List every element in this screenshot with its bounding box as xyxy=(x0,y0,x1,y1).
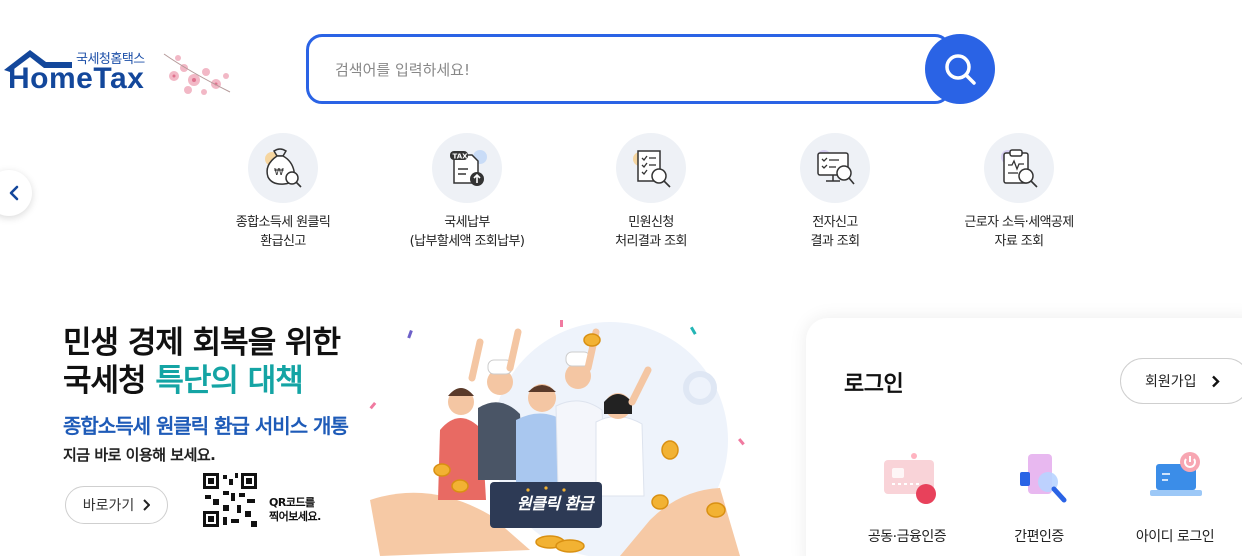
quick-menu-item-tax-payment[interactable]: TAX 국세납부 (납부할세액 조회납부) xyxy=(382,133,552,251)
login-option-label: 아이디 로그인 xyxy=(1135,529,1215,545)
carousel-prev-button[interactable] xyxy=(0,170,32,216)
banner-subtitle: 종합소득세 원클릭 환급 서비스 개통 xyxy=(63,414,349,438)
promo-banner: 민생 경제 회복을 위한 국세청 특단의 대책 종합소득세 원클릭 환급 서비스… xyxy=(0,300,790,556)
quick-menu-item-e-filing-result[interactable]: 전자신고 결과 조회 xyxy=(750,133,920,251)
quick-menu-label: 민원신청 처리결과 조회 xyxy=(615,215,687,249)
certificate-card-icon xyxy=(872,444,942,512)
refund-badge-text: 원클릭 환급 xyxy=(516,494,594,513)
banner-title-line1: 민생 경제 회복을 위한 xyxy=(63,325,341,361)
laptop-power-icon xyxy=(1140,444,1210,512)
qr-instruction: QR코드를 찍어보세요. xyxy=(269,496,321,523)
login-option-simple-auth[interactable]: 간편인증 xyxy=(984,444,1094,546)
svg-text:₩: ₩ xyxy=(274,167,284,178)
go-button-label: 바로가기 xyxy=(82,498,135,514)
phone-search-icon xyxy=(1004,444,1074,512)
quick-menu-label: 전자신고 결과 조회 xyxy=(810,215,861,249)
banner-title-prefix: 국세청 xyxy=(63,363,156,399)
document-search-icon xyxy=(616,133,686,203)
clipboard-search-icon xyxy=(984,133,1054,203)
search-icon xyxy=(945,54,976,85)
banner-title: 민생 경제 회복을 위한 국세청 특단의 대책 xyxy=(63,324,341,400)
search-bar xyxy=(306,34,996,104)
chevron-right-icon xyxy=(1211,375,1220,387)
quick-menu-label: 종합소득세 원클릭 환급신고 xyxy=(235,215,331,249)
banner-title-line2: 국세청 특단의 대책 xyxy=(63,362,340,400)
quick-menu-item-income-tax-refund[interactable]: ₩ 종합소득세 원클릭 환급신고 xyxy=(198,133,368,251)
hometax-logo[interactable]: 국세청홈택스 HomeTax xyxy=(0,40,240,102)
login-title: 로그인 xyxy=(844,372,904,397)
chevron-left-icon xyxy=(9,185,19,201)
quick-menu-item-civil-petition-result[interactable]: 민원신청 처리결과 조회 xyxy=(566,133,736,251)
money-bag-search-icon: ₩ xyxy=(248,133,318,203)
quick-menu-label: 국세납부 (납부할세액 조회납부) xyxy=(409,215,525,249)
search-input[interactable] xyxy=(335,57,895,83)
login-option-certificate[interactable]: 공동·금융인증 xyxy=(852,444,962,546)
banner-description: 지금 바로 이용해 보세요. xyxy=(63,446,216,464)
quick-menu-label: 근로자 소득·세액공제 자료 조회 xyxy=(964,215,1074,249)
signup-button[interactable]: 회원가입 xyxy=(1120,358,1242,404)
go-button[interactable]: 바로가기 xyxy=(65,486,168,524)
svg-text:TAX: TAX xyxy=(453,153,469,161)
tax-document-upload-icon: TAX xyxy=(432,133,502,203)
signup-label: 회원가입 xyxy=(1145,374,1197,390)
login-option-id-login[interactable]: 아이디 로그인 xyxy=(1120,444,1230,546)
cherry-blossom-decoration xyxy=(163,53,231,95)
search-button[interactable] xyxy=(925,34,995,104)
banner-title-accent: 특단의 대책 xyxy=(155,363,303,399)
login-option-label: 간편인증 xyxy=(1014,529,1064,545)
login-panel: 로그인 회원가입 공동·금융인증 간편인증 아이디 로그인 xyxy=(806,318,1242,556)
quick-menu-item-worker-deduction-data[interactable]: 근로자 소득·세액공제 자료 조회 xyxy=(934,133,1104,251)
logo-brand-text: HomeTax xyxy=(8,62,145,95)
qr-code-image xyxy=(201,471,259,529)
chevron-right-icon xyxy=(143,499,151,511)
refund-celebration-illustration xyxy=(369,320,745,556)
monitor-checklist-search-icon xyxy=(800,133,870,203)
login-option-label: 공동·금융인증 xyxy=(867,529,947,545)
search-box xyxy=(306,34,951,104)
